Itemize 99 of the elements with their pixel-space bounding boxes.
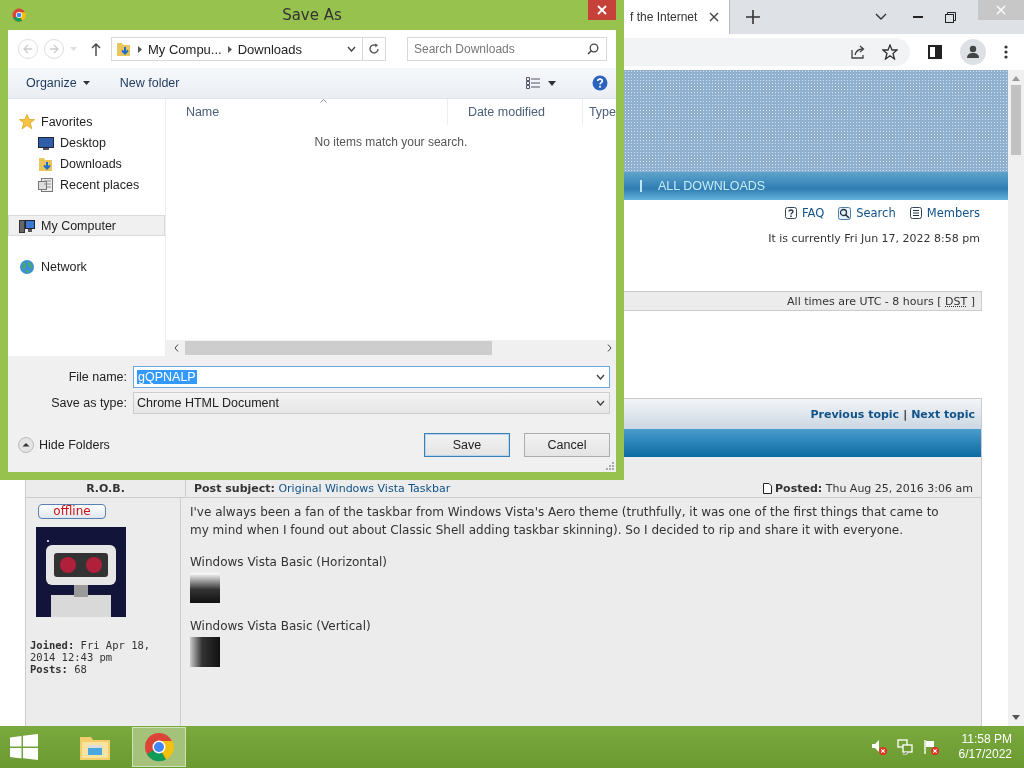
attachment-thumbnail[interactable] <box>190 637 220 667</box>
collapse-icon <box>18 437 34 453</box>
list-icon <box>909 207 922 219</box>
file-type-dropdown[interactable]: Chrome HTML Document <box>133 392 610 414</box>
scroll-left-icon[interactable] <box>173 344 179 352</box>
back-arrow-icon <box>23 44 33 54</box>
quick-link[interactable]: Members <box>909 204 980 222</box>
joined-text: Joined: Fri Apr 18, 2014 12:43 pm <box>30 639 152 663</box>
attachment-caption: Windows Vista Basic (Horizontal) <box>190 555 388 569</box>
menu-icon[interactable] <box>1004 45 1008 59</box>
breadcrumb-item[interactable]: Downloads <box>237 41 302 57</box>
previous-topic-link[interactable]: Previous topic <box>810 407 900 421</box>
author-name[interactable]: R.O.B. <box>86 482 125 495</box>
restore-icon[interactable] <box>945 11 956 23</box>
navigation-item[interactable]: Network <box>8 256 165 277</box>
scrollbar[interactable] <box>165 340 616 356</box>
post-subject: Post subject: Original Windows Vista Taskbar <box>194 482 451 495</box>
scrollbar[interactable] <box>1008 70 1024 726</box>
posts-count: Posts: 68 <box>30 663 88 675</box>
computer-icon <box>19 217 35 234</box>
dialog-button[interactable]: Save <box>424 433 510 457</box>
search-field[interactable]: Search Downloads <box>407 37 607 61</box>
breadcrumb-item[interactable]: My Compu... <box>148 41 222 57</box>
new-folder-button[interactable]: New folder <box>119 76 180 90</box>
path-field[interactable]: My Compu... Downloads <box>111 37 386 61</box>
attachment-thumbnail[interactable] <box>190 573 220 603</box>
profile-button[interactable] <box>960 39 986 65</box>
search-icon <box>838 206 852 220</box>
taskbar-app[interactable] <box>132 727 186 767</box>
close-icon <box>996 5 1006 15</box>
caret-icon[interactable] <box>548 80 556 86</box>
up-arrow-icon[interactable] <box>91 42 101 56</box>
dialog-title: Save As <box>282 6 342 24</box>
close-icon[interactable] <box>709 12 720 22</box>
column-header[interactable]: Date modified <box>447 99 583 125</box>
folder-icon <box>38 155 54 172</box>
view-list-icon[interactable] <box>526 77 540 89</box>
navigation-item[interactable]: Favorites <box>8 111 165 132</box>
help-icon[interactable] <box>592 75 608 91</box>
resize-grip-icon[interactable] <box>606 462 614 470</box>
status-badge: offline <box>38 504 106 519</box>
close-icon <box>597 5 607 15</box>
empty-message: No items match your search. <box>313 135 469 149</box>
chrome-logo-icon <box>144 732 174 762</box>
search-icon <box>587 43 599 55</box>
forward-arrow-icon <box>49 44 59 54</box>
question-icon <box>784 207 797 219</box>
file-name-label: File name: <box>67 370 127 384</box>
organize-menu[interactable]: Organize <box>26 76 90 90</box>
column-header[interactable]: Type <box>582 99 616 125</box>
timezone-text: All times are UTC - 8 hours [ DST ] <box>787 294 975 308</box>
scroll-thumb[interactable] <box>1011 85 1021 155</box>
browser-tab[interactable]: f the Internet <box>624 0 731 34</box>
recent-places-icon <box>38 176 54 193</box>
chevron-icon <box>596 400 605 406</box>
star-icon <box>19 113 35 130</box>
next-topic-link[interactable]: Next topic <box>911 407 975 421</box>
windows-logo-icon[interactable] <box>10 734 38 760</box>
scroll-down-icon[interactable] <box>1012 715 1020 720</box>
chevron-icon[interactable] <box>875 13 887 21</box>
monitor-icon <box>38 135 54 150</box>
new-tab-icon[interactable] <box>746 10 761 24</box>
caret-icon <box>138 45 142 53</box>
muted-speaker-icon[interactable] <box>870 739 887 755</box>
chrome-logo-icon <box>12 8 26 22</box>
file-type-label: Save as type: <box>50 396 127 410</box>
caret-icon <box>82 81 90 85</box>
post-text: I've always been a fan of the taskbar from Windows Vista's Aero theme (truthfully, it was one of the first things that came to my mind when I found out about Classic Shell adding taskbar skinning). So I decided to rip and share it with everyone. <box>190 504 940 539</box>
caret-icon <box>227 45 232 53</box>
date-text: 6/17/2022 <box>958 747 1012 762</box>
attachment-caption: Windows Vista Basic (Vertical) <box>190 619 372 633</box>
person-icon <box>966 45 980 59</box>
share-icon[interactable] <box>850 44 866 60</box>
star-icon[interactable] <box>882 44 898 60</box>
separator-text: | <box>903 407 908 421</box>
dialog-button[interactable]: Cancel <box>524 433 610 457</box>
hide-folders-button[interactable]: Hide Folders <box>18 437 110 453</box>
chevron-icon <box>596 374 605 380</box>
chevron-icon[interactable] <box>347 46 356 52</box>
scroll-right-icon[interactable] <box>607 344 612 352</box>
refresh-icon <box>368 43 380 55</box>
close-button[interactable] <box>588 0 616 20</box>
current-time-text: It is currently Fri Jun 17, 2022 8:58 pm <box>768 232 980 247</box>
navigation-item[interactable]: My Computer <box>8 215 165 236</box>
tab-title: f the Internet <box>630 10 698 24</box>
quick-link[interactable]: FAQ <box>784 204 825 222</box>
column-header[interactable]: Name <box>165 99 448 125</box>
navigation-item[interactable]: Recent places <box>8 174 165 195</box>
document-icon <box>763 483 773 494</box>
quick-link[interactable]: Search <box>838 204 896 222</box>
folder-icon <box>116 41 132 57</box>
posted-date: Posted: Thu Aug 25, 2016 3:06 am <box>775 482 973 495</box>
navigation-item[interactable]: Downloads <box>8 153 165 174</box>
globe-icon <box>19 258 35 275</box>
navigation-item[interactable]: Desktop <box>8 132 165 153</box>
time-text: 11:58 PM <box>961 732 1012 747</box>
side-panel-icon[interactable] <box>928 45 942 59</box>
flag-icon[interactable] <box>922 739 939 755</box>
network-icon[interactable] <box>896 739 913 755</box>
